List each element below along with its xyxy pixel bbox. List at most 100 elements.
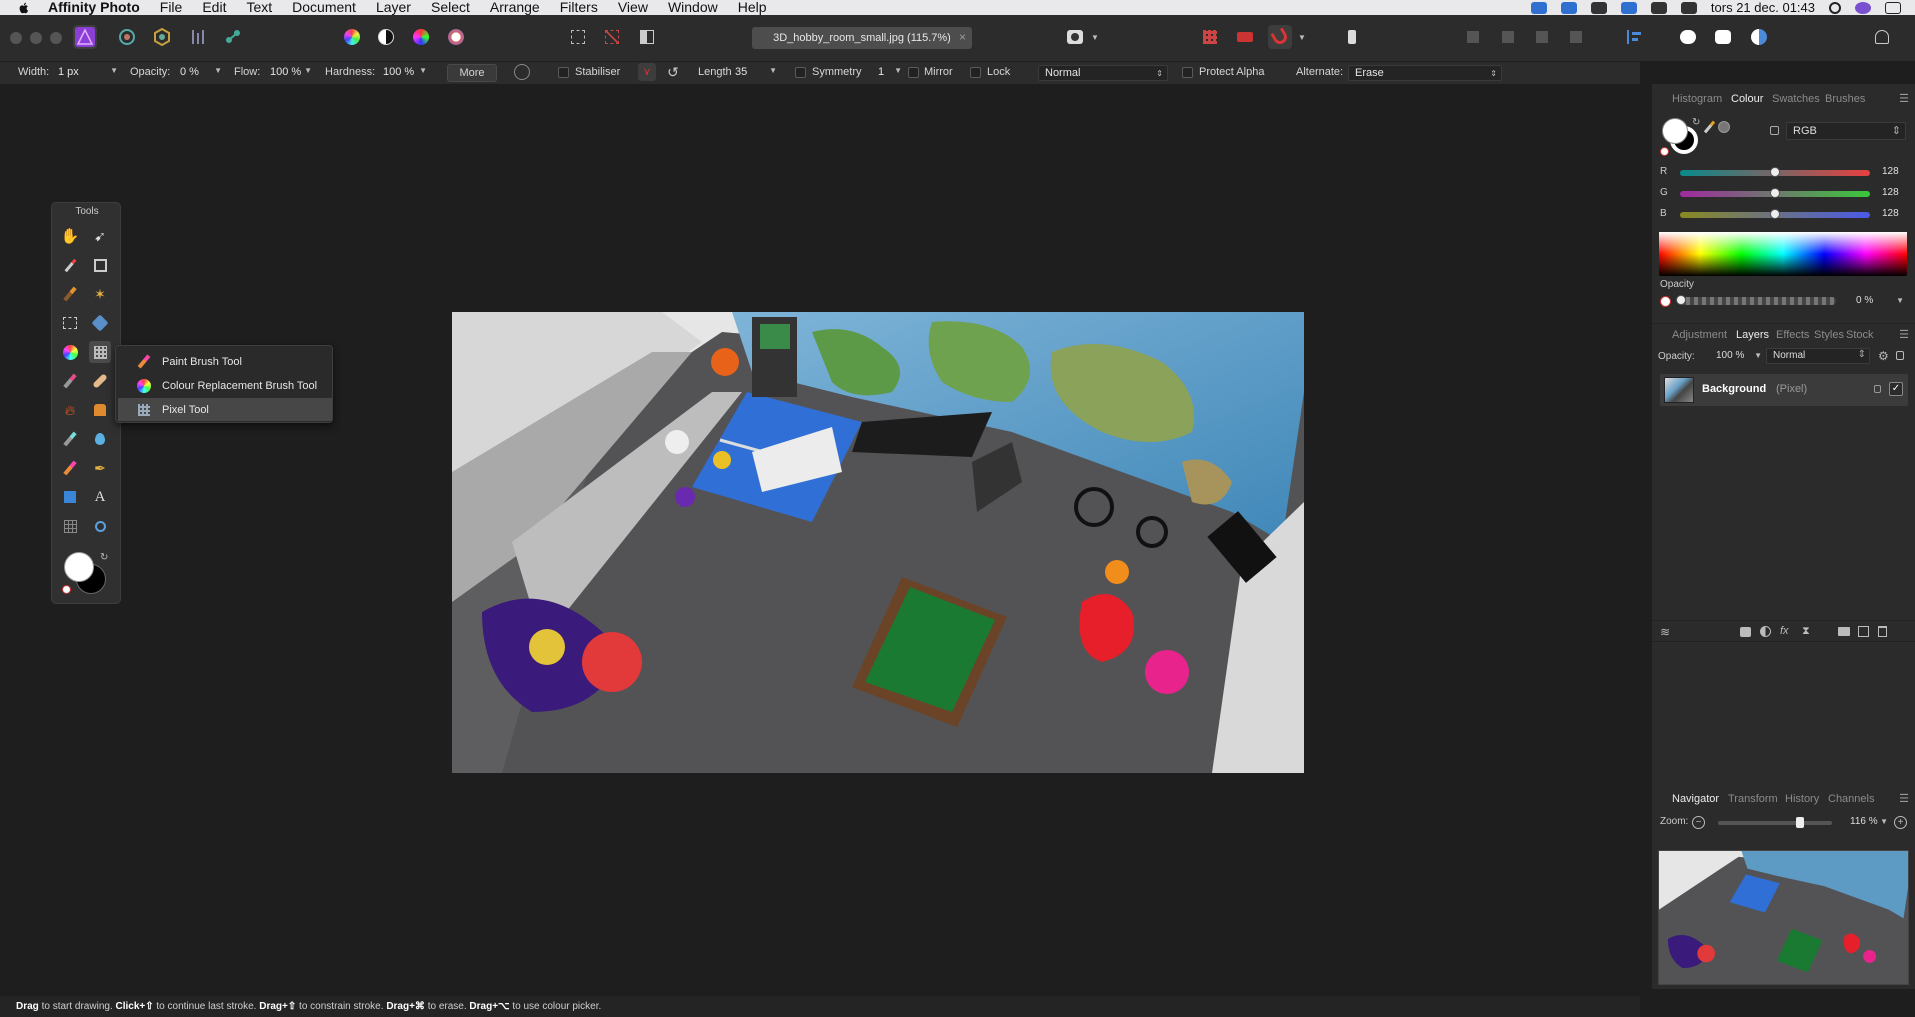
- flow-field[interactable]: 100 % ▼: [268, 65, 312, 81]
- move-tool[interactable]: ➹: [89, 225, 111, 247]
- smudge-brush-tool[interactable]: [59, 428, 81, 450]
- account-button[interactable]: [1870, 25, 1894, 49]
- colour-opacity-field[interactable]: 0 % ▼: [1850, 294, 1906, 309]
- view-mode-button[interactable]: [1711, 25, 1735, 49]
- close-document-icon[interactable]: ×: [959, 30, 966, 44]
- crop-tool[interactable]: [89, 254, 111, 276]
- more-button[interactable]: More: [447, 64, 497, 82]
- auto-contrast-button[interactable]: [374, 25, 398, 49]
- pixel-view-button[interactable]: [1676, 25, 1700, 49]
- tab-swatches[interactable]: Swatches: [1772, 93, 1820, 105]
- quick-mask-button[interactable]: [1063, 25, 1087, 49]
- folder-icon[interactable]: [1838, 627, 1850, 636]
- pixel-tool-item[interactable]: Pixel Tool: [118, 398, 332, 421]
- notification-center-icon[interactable]: [1885, 1, 1901, 14]
- artistic-text-tool[interactable]: A: [89, 486, 111, 508]
- gear-icon[interactable]: ⚙: [1878, 349, 1889, 363]
- tone-mapping-persona-button[interactable]: [186, 25, 210, 49]
- auto-white-balance-button[interactable]: [444, 25, 468, 49]
- no-colour-icon[interactable]: [62, 585, 71, 594]
- document-canvas[interactable]: [452, 312, 1304, 773]
- layer-visibility-checkbox[interactable]: ✓: [1889, 382, 1903, 396]
- tab-navigator[interactable]: Navigator: [1672, 793, 1719, 805]
- green-knob[interactable]: [1770, 188, 1780, 198]
- paint-mixer-brush-tool[interactable]: [59, 341, 81, 363]
- blur-brush-tool[interactable]: [89, 428, 111, 450]
- blue-knob[interactable]: [1770, 209, 1780, 219]
- colour-spectrum[interactable]: [1659, 232, 1907, 276]
- dodge-brush-tool[interactable]: 🔥︎: [59, 399, 81, 421]
- layer-opacity-field[interactable]: 100 % ▼: [1710, 348, 1764, 364]
- navigator-preview[interactable]: [1658, 850, 1909, 985]
- tab-layers[interactable]: Layers: [1736, 329, 1769, 341]
- panel-menu-icon[interactable]: ☰: [1899, 792, 1909, 805]
- flag-icon[interactable]: [1620, 1, 1637, 14]
- picked-colour-swatch[interactable]: [1718, 121, 1730, 133]
- symmetry-checkbox[interactable]: [795, 67, 806, 78]
- tab-stock[interactable]: Stock: [1846, 329, 1874, 341]
- tab-histogram[interactable]: Histogram: [1672, 93, 1722, 105]
- menu-window[interactable]: Window: [658, 0, 728, 15]
- alternate-select[interactable]: Erase ⇕: [1348, 65, 1502, 81]
- force-pixel-alignment-button[interactable]: [1268, 25, 1292, 49]
- clone-brush-tool[interactable]: [89, 399, 111, 421]
- tab-styles[interactable]: Styles: [1814, 329, 1844, 341]
- stabiliser-checkbox[interactable]: [558, 67, 569, 78]
- document-tab[interactable]: 3D_hobby_room_small.jpg (115.7%) ×: [752, 27, 972, 49]
- healing-brush-tool[interactable]: [89, 370, 111, 392]
- menu-edit[interactable]: Edit: [192, 0, 236, 15]
- adjustment-layer-icon[interactable]: [1760, 626, 1771, 637]
- paint-brush-tool[interactable]: [59, 457, 81, 479]
- blend-mode-select[interactable]: Normal ⇕: [1038, 65, 1168, 81]
- blue-value[interactable]: 128: [1882, 208, 1899, 219]
- paint-brush-tool-item[interactable]: Paint Brush Tool: [118, 350, 332, 373]
- spotlight-icon[interactable]: [1829, 1, 1841, 14]
- battery-icon[interactable]: [1680, 1, 1697, 14]
- zoom-field[interactable]: 116 % ▼: [1848, 815, 1888, 830]
- siri-icon[interactable]: [1855, 1, 1871, 14]
- protect-alpha-checkbox[interactable]: [1182, 67, 1193, 78]
- rectangular-marquee-tool[interactable]: [59, 312, 81, 334]
- colour-fill-swatch[interactable]: [1662, 118, 1688, 144]
- zoom-tool[interactable]: [89, 515, 111, 537]
- dropbox-icon[interactable]: [1530, 1, 1547, 14]
- colour-model-select[interactable]: RGB ⇕: [1786, 122, 1906, 140]
- arrange-backward-button[interactable]: [1496, 25, 1520, 49]
- window-minimize-button[interactable]: [30, 32, 42, 44]
- tab-channels[interactable]: Channels: [1828, 793, 1874, 805]
- zoom-slider-knob[interactable]: [1796, 817, 1805, 828]
- zoom-in-icon[interactable]: +: [1894, 816, 1907, 829]
- pen-tool[interactable]: ✒: [89, 457, 111, 479]
- liquify-persona-button[interactable]: [115, 25, 139, 49]
- photo-persona-button[interactable]: [73, 25, 97, 49]
- tab-transform[interactable]: Transform: [1728, 793, 1778, 805]
- menu-file[interactable]: File: [150, 0, 193, 15]
- align-button[interactable]: [1622, 25, 1646, 49]
- arrange-forward-button[interactable]: [1530, 25, 1554, 49]
- menu-app-name[interactable]: Affinity Photo: [32, 0, 150, 15]
- tab-effects[interactable]: Effects: [1776, 329, 1809, 341]
- tab-colour[interactable]: Colour: [1731, 93, 1763, 105]
- trash-icon[interactable]: [1878, 626, 1887, 637]
- export-persona-button[interactable]: [221, 25, 245, 49]
- menu-select[interactable]: Select: [421, 0, 480, 15]
- green-value[interactable]: 128: [1882, 187, 1899, 198]
- red-value[interactable]: 128: [1882, 166, 1899, 177]
- refine-selection-button[interactable]: [1198, 25, 1222, 49]
- swap-colours-icon[interactable]: ↻: [100, 552, 108, 563]
- colour-replacement-brush-tool-item[interactable]: Colour Replacement Brush Tool: [118, 374, 332, 397]
- lock-checkbox[interactable]: [970, 67, 981, 78]
- length-field[interactable]: 35 ▼: [733, 65, 777, 81]
- live-filter-icon[interactable]: ⧗: [1802, 625, 1810, 638]
- colour-picker-tool[interactable]: [59, 254, 81, 276]
- hardness-field[interactable]: 100 % ▼: [381, 65, 427, 81]
- develop-persona-button[interactable]: [150, 25, 174, 49]
- zoom-out-icon[interactable]: −: [1692, 816, 1705, 829]
- view-tool[interactable]: ✋: [59, 225, 81, 247]
- deselect-button[interactable]: [600, 25, 624, 49]
- menu-filters[interactable]: Filters: [550, 0, 608, 15]
- apple-icon[interactable]: [16, 1, 32, 15]
- menu-clock[interactable]: tors 21 dec. 01:43: [1711, 0, 1815, 15]
- select-all-button[interactable]: [566, 25, 590, 49]
- pixel-tool[interactable]: [89, 341, 111, 363]
